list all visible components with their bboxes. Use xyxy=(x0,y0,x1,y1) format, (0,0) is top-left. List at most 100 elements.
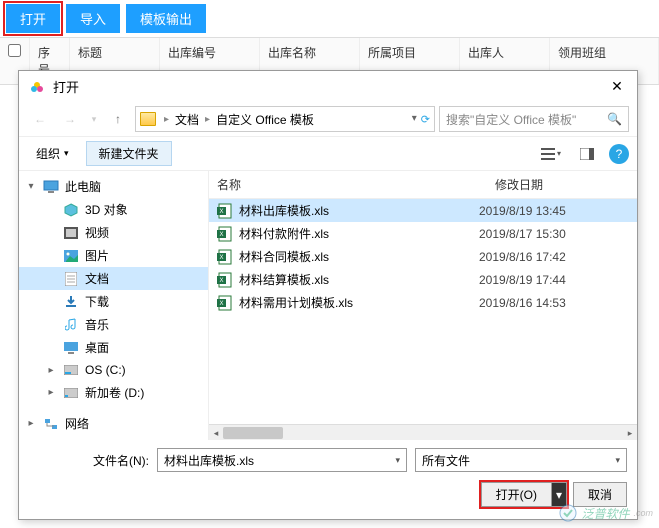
tree-pictures[interactable]: 图片 xyxy=(19,244,208,267)
nav-history-dropdown-icon[interactable]: ▾ xyxy=(87,114,101,125)
organize-button[interactable]: 组织▾ xyxy=(27,141,78,166)
dialog-titlebar: 打开 ✕ xyxy=(19,71,637,102)
chevron-right-icon[interactable]: ▸ xyxy=(203,114,212,125)
file-name: 材料出库模板.xls xyxy=(239,202,473,219)
desktop-icon xyxy=(63,340,79,356)
file-name: 材料需用计划模板.xls xyxy=(239,294,473,311)
open-dialog: 打开 ✕ ← → ▾ ↑ ▸ 文档 ▸ 自定义 Office 模板 ▾ ⟳ 搜索… xyxy=(18,70,638,520)
nav-up-icon[interactable]: ↑ xyxy=(105,106,131,132)
search-placeholder: 搜索"自定义 Office 模板" xyxy=(446,111,576,128)
documents-icon xyxy=(63,271,79,287)
file-name: 材料合同模板.xls xyxy=(239,248,473,265)
template-output-button[interactable]: 模板输出 xyxy=(126,4,206,33)
file-row[interactable]: X材料合同模板.xls2019/8/16 17:42 xyxy=(209,245,637,268)
xls-file-icon: X xyxy=(217,272,233,288)
view-mode-button[interactable]: ▾ xyxy=(537,142,565,166)
folder-icon xyxy=(140,112,156,126)
filename-input[interactable]: 材料出库模板.xls ▾ xyxy=(157,448,407,472)
col-modified-date[interactable]: 修改日期 xyxy=(487,171,637,198)
chevron-right-icon[interactable]: ▸ xyxy=(162,114,171,125)
help-icon[interactable]: ? xyxy=(609,144,629,164)
expand-icon[interactable]: ▸ xyxy=(25,418,37,429)
video-icon xyxy=(63,225,79,241)
this-pc-icon xyxy=(43,179,59,195)
select-all-checkbox[interactable] xyxy=(8,44,21,57)
horizontal-scrollbar[interactable]: ◂ ▸ xyxy=(209,424,637,440)
preview-pane-button[interactable] xyxy=(573,142,601,166)
app-logo-icon xyxy=(29,79,45,95)
scrollbar-thumb[interactable] xyxy=(223,427,283,439)
file-date: 2019/8/19 13:45 xyxy=(479,204,629,218)
breadcrumb-template-folder[interactable]: 自定义 Office 模板 xyxy=(212,111,318,128)
tree-drive-d[interactable]: ▸新加卷 (D:) xyxy=(19,381,208,404)
dialog-body: ▾ 此电脑 3D 对象 视频 图片 文档 下载 音乐 桌面 ▸OS (C:) ▸… xyxy=(19,171,637,440)
watermark: 泛普软件 .com xyxy=(559,504,653,522)
svg-text:X: X xyxy=(219,278,223,284)
tree-downloads[interactable]: 下载 xyxy=(19,290,208,313)
path-dropdown-icon[interactable]: ▾ xyxy=(412,113,417,126)
xls-file-icon: X xyxy=(217,295,233,311)
file-filter-dropdown[interactable]: 所有文件 ▾ xyxy=(415,448,627,472)
xls-file-icon: X xyxy=(217,249,233,265)
file-list: X 材料出库模板.xls 2019/8/19 13:45 X 材料付款附件.xls 201… xyxy=(209,199,637,424)
download-icon xyxy=(63,294,79,310)
file-pane: 名称 修改日期 X 材料出库模板.xls 2019/8/19 13:45 X 材料付款附… xyxy=(209,171,637,440)
file-name: 材料付款附件.xls xyxy=(239,225,473,242)
tree-drive-c[interactable]: ▸OS (C:) xyxy=(19,359,208,381)
tree-desktop[interactable]: 桌面 xyxy=(19,336,208,359)
tree-videos[interactable]: 视频 xyxy=(19,221,208,244)
scroll-right-icon[interactable]: ▸ xyxy=(623,425,637,441)
drive-icon xyxy=(63,385,79,401)
nav-back-icon[interactable]: ← xyxy=(27,106,53,132)
folder-tree: ▾ 此电脑 3D 对象 视频 图片 文档 下载 音乐 桌面 ▸OS (C:) ▸… xyxy=(19,171,209,440)
drive-icon xyxy=(63,362,79,378)
dialog-navbar: ← → ▾ ↑ ▸ 文档 ▸ 自定义 Office 模板 ▾ ⟳ 搜索"自定义 … xyxy=(19,102,637,136)
expand-icon[interactable]: ▸ xyxy=(45,387,57,398)
dialog-toolbar: 组织▾ 新建文件夹 ▾ ? xyxy=(19,136,637,171)
col-filename[interactable]: 名称 xyxy=(209,171,487,198)
app-toolbar: 打开 导入 模板输出 xyxy=(0,0,659,37)
open-button[interactable]: 打开 xyxy=(6,4,60,33)
search-input[interactable]: 搜索"自定义 Office 模板" 🔍 xyxy=(439,106,629,132)
file-name: 材料结算模板.xls xyxy=(239,271,473,288)
dialog-title: 打开 xyxy=(53,77,607,96)
expand-icon[interactable]: ▸ xyxy=(45,365,57,376)
xls-file-icon: X xyxy=(217,226,233,242)
network-icon xyxy=(43,416,59,432)
nav-forward-icon[interactable]: → xyxy=(57,106,83,132)
refresh-icon[interactable]: ⟳ xyxy=(421,113,430,126)
tree-network[interactable]: ▸网络 xyxy=(19,412,208,435)
pictures-icon xyxy=(63,248,79,264)
tree-3d-objects[interactable]: 3D 对象 xyxy=(19,198,208,221)
tree-this-pc[interactable]: ▾ 此电脑 xyxy=(19,175,208,198)
tree-documents[interactable]: 文档 xyxy=(19,267,208,290)
file-row[interactable]: X材料结算模板.xls2019/8/19 17:44 xyxy=(209,268,637,291)
chevron-down-icon: ▾ xyxy=(64,148,69,159)
open-button-group: 打开(O) ▾ xyxy=(479,480,569,509)
svg-text:X: X xyxy=(219,209,223,215)
tree-music[interactable]: 音乐 xyxy=(19,313,208,336)
filename-label: 文件名(N): xyxy=(29,452,149,469)
close-icon[interactable]: ✕ xyxy=(607,78,627,95)
xls-file-icon: X xyxy=(217,203,233,219)
chevron-down-icon[interactable]: ▾ xyxy=(615,455,620,466)
svg-text:X: X xyxy=(219,255,223,261)
import-button[interactable]: 导入 xyxy=(66,4,120,33)
svg-text:X: X xyxy=(219,301,223,307)
expand-icon[interactable]: ▾ xyxy=(25,181,37,192)
cube-icon xyxy=(63,202,79,218)
svg-text:X: X xyxy=(219,232,223,238)
file-row[interactable]: X材料付款附件.xls2019/8/17 15:30 xyxy=(209,222,637,245)
scroll-left-icon[interactable]: ◂ xyxy=(209,425,223,441)
breadcrumb[interactable]: ▸ 文档 ▸ 自定义 Office 模板 ▾ ⟳ xyxy=(135,106,435,132)
chevron-down-icon[interactable]: ▾ xyxy=(395,455,400,466)
music-icon xyxy=(63,317,79,333)
dialog-open-button[interactable]: 打开(O) xyxy=(481,482,552,507)
breadcrumb-documents[interactable]: 文档 xyxy=(171,111,203,128)
dialog-footer: 文件名(N): 材料出库模板.xls ▾ 所有文件 ▾ 打开(O) ▾ 取消 xyxy=(19,440,637,519)
search-icon[interactable]: 🔍 xyxy=(607,112,622,126)
file-date: 2019/8/16 14:53 xyxy=(479,296,629,310)
file-row[interactable]: X 材料出库模板.xls 2019/8/19 13:45 xyxy=(209,199,637,222)
new-folder-button[interactable]: 新建文件夹 xyxy=(86,141,172,166)
file-row[interactable]: X 材料需用计划模板.xls 2019/8/16 14:53 xyxy=(209,291,637,314)
